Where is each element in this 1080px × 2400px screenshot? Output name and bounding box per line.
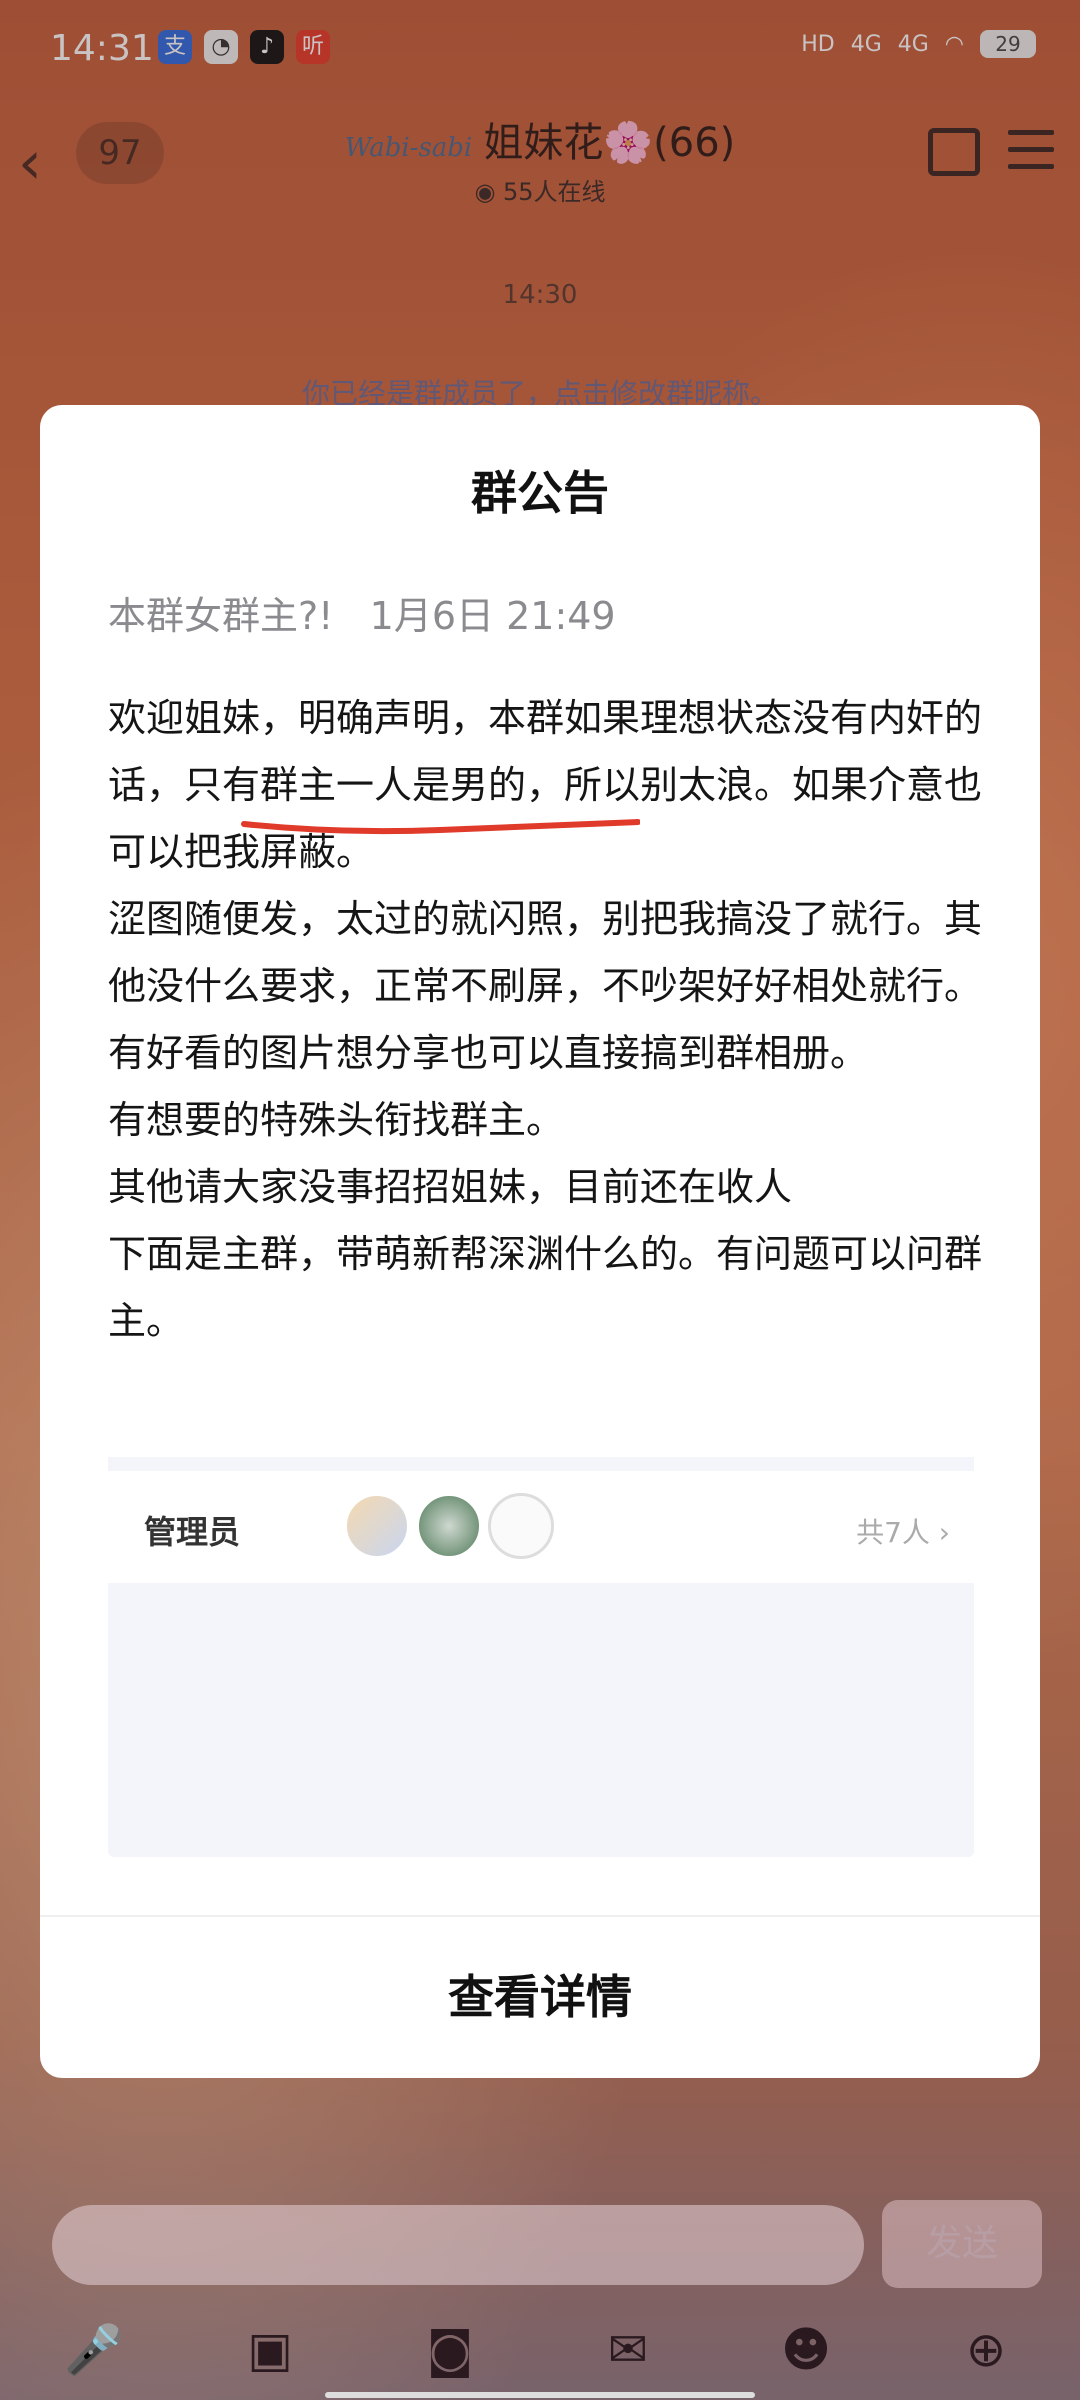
announcement-body: 欢迎姐妹，明确声明，本群如果理想状态没有内奸的话，只有群主一人是男的，所以别太浪… [108, 685, 988, 1355]
composer-toolbar: 🎤 ▣ ◙ ✉ ☻ ⊕ [0, 2320, 1080, 2390]
announcement-paragraph: 有想要的特殊头衔找群主。 [108, 1098, 565, 1142]
announcement-dialog: 群公告 本群女群主?! 1月6日 21:49 欢迎姐妹，明确声明，本群如果理想状… [40, 405, 1040, 2078]
camera-icon[interactable]: ◙ [420, 2320, 480, 2380]
emoji-icon[interactable]: ☻ [776, 2320, 836, 2380]
announcement-date: 1月6日 21:49 [369, 594, 616, 638]
divider [40, 1915, 1040, 1917]
avatar [416, 1493, 482, 1559]
view-details-button[interactable]: 查看详情 [40, 1920, 1040, 2075]
announcement-paragraph: 下面是主群，带萌新帮深渊什么的。有问题可以问群主。 [108, 1232, 983, 1343]
plus-icon[interactable]: ⊕ [956, 2320, 1016, 2380]
admin-row[interactable]: 管理员 共7人 › [108, 1457, 974, 1583]
announcement-author: 本群女群主?! [108, 594, 334, 638]
announcement-paragraph: 有好看的图片想分享也可以直接搞到群相册。 [108, 1031, 869, 1075]
announcement-paragraph: 其他请大家没事招招姐妹，目前还在收人 [108, 1165, 793, 1209]
avatar [344, 1493, 410, 1559]
message-input[interactable] [52, 2205, 864, 2285]
image-icon[interactable]: ▣ [240, 2320, 300, 2380]
admin-label: 管理员 [144, 1513, 241, 1551]
send-button[interactable]: 发送 [882, 2200, 1042, 2288]
home-indicator[interactable] [325, 2392, 755, 2398]
mic-icon[interactable]: 🎤 [64, 2320, 124, 2380]
handwritten-underline [241, 819, 640, 835]
dialog-title: 群公告 [471, 466, 609, 520]
composer: 发送 🎤 ▣ ◙ ✉ ☻ ⊕ [0, 2170, 1080, 2400]
announcement-paragraph: 欢迎姐妹，明确声明，本群如果理想状态没有内奸的话，只有群主一人是男的，所以别太浪… [108, 696, 983, 874]
admin-card: 管理员 共7人 › [108, 1457, 974, 1857]
announcement-meta: 本群女群主?! 1月6日 21:49 [108, 585, 616, 640]
red-packet-icon[interactable]: ✉ [598, 2320, 658, 2380]
announcement-paragraph: 涩图随便发，太过的就闪照，别把我搞没了就行。其他没什么要求，正常不刷屏，不吵架好… [108, 897, 983, 1008]
avatar [488, 1493, 554, 1559]
admin-avatars [344, 1493, 554, 1559]
admin-count[interactable]: 共7人 › [856, 1511, 950, 1551]
